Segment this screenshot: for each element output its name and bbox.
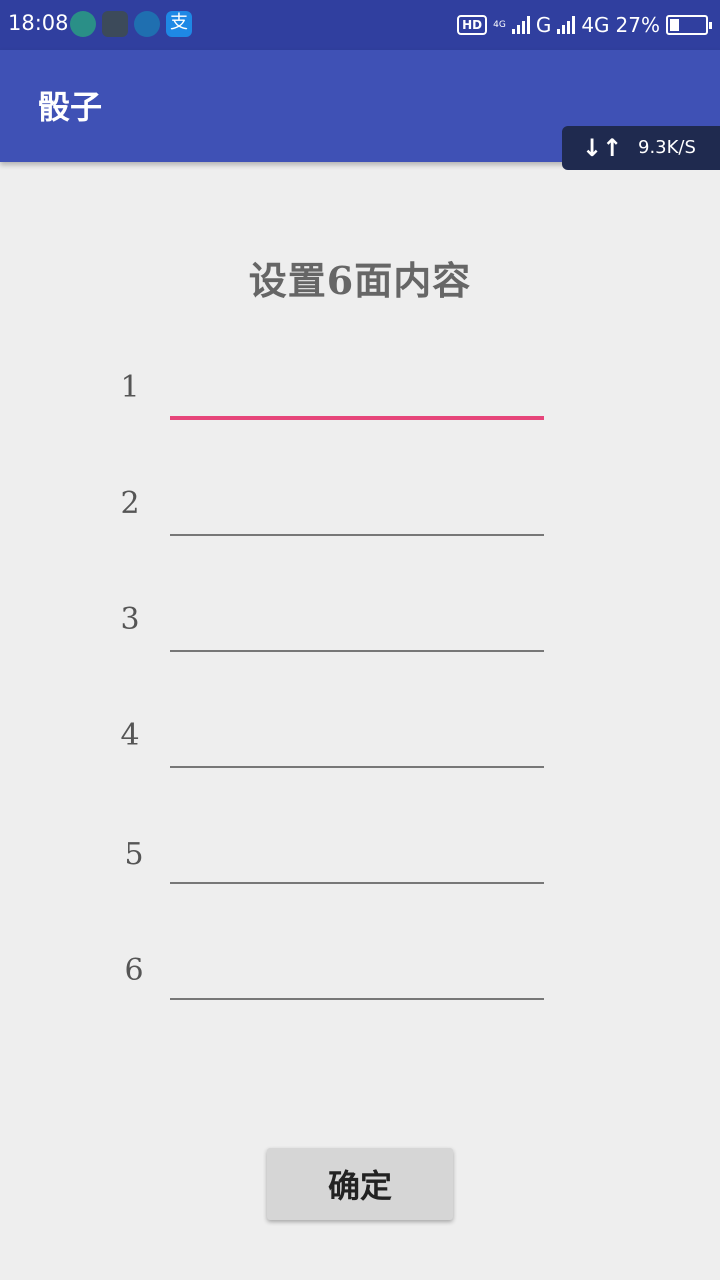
face-label: 3 <box>120 602 140 637</box>
network-g-label: G <box>535 13 552 37</box>
wechat-icon <box>70 11 96 37</box>
signal-icon <box>511 16 530 34</box>
face-row-6: 6 <box>110 940 550 1000</box>
face-row-1: 1 <box>110 360 550 420</box>
face-row-4: 4 <box>110 708 550 768</box>
face-row-5: 5 <box>110 824 550 884</box>
network-4g-label: 4G <box>581 13 610 37</box>
face-input-6[interactable] <box>170 950 544 1000</box>
alipay-icon: 支 <box>166 11 192 37</box>
face-row-2: 2 <box>110 476 550 536</box>
face-label: 5 <box>124 837 144 872</box>
face-label: 1 <box>120 370 140 405</box>
face-label: 4 <box>120 718 140 753</box>
browser-icon <box>134 11 160 37</box>
status-bar: 18:08 支 HD 4G G 4G 27% <box>0 0 720 50</box>
hd-badge: HD <box>457 15 488 35</box>
page-heading: 设置6面内容 <box>248 258 472 303</box>
status-indicators: HD 4G G 4G 27% <box>457 0 712 50</box>
confirm-button[interactable]: 确定 <box>267 1148 453 1220</box>
face-row-3: 3 <box>110 592 550 652</box>
network-speed-text: 9.3K/S <box>638 137 696 158</box>
network-type-small: 4G <box>493 19 506 30</box>
face-input-4[interactable] <box>170 718 544 768</box>
battery-icon <box>666 15 712 35</box>
face-input-1[interactable] <box>170 370 544 420</box>
network-speed-indicator: ↓↑ 9.3K/S <box>562 126 720 170</box>
face-label: 2 <box>120 486 140 521</box>
app-title: 骰子 <box>38 88 103 126</box>
battery-fill <box>670 19 680 31</box>
face-input-3[interactable] <box>170 602 544 652</box>
face-input-5[interactable] <box>170 834 544 884</box>
face-label: 6 <box>124 953 144 988</box>
app-icon <box>102 11 128 37</box>
battery-percent: 27% <box>615 13 660 37</box>
status-time: 18:08 <box>8 11 69 35</box>
transfer-arrows-icon: ↓↑ <box>582 134 623 162</box>
face-input-2[interactable] <box>170 486 544 536</box>
signal-icon-2 <box>557 16 576 34</box>
